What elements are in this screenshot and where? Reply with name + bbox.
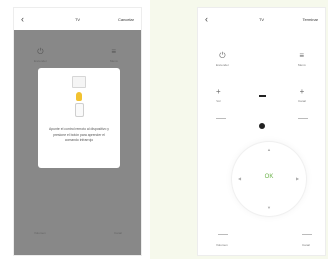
- dialog-instructions: Apunte el control remoto al dispositivo …: [49, 127, 109, 143]
- phone-screen-remote: ‹ TV Terminar ⏻ Encender ≡ Menú + Vol + …: [198, 8, 325, 255]
- power-icon: ⏻: [219, 51, 226, 60]
- learning-dialog: Apunte el control remoto al dispositivo …: [38, 68, 120, 168]
- page-title: TV: [258, 16, 265, 22]
- top-bar: ‹ TV Cancelar: [14, 8, 141, 30]
- volume-up-button[interactable]: + Vol: [216, 87, 221, 104]
- ok-button[interactable]: OK: [232, 174, 306, 180]
- arrow-down-icon[interactable]: ▼: [267, 206, 271, 210]
- bottom-left-line: [218, 234, 228, 235]
- lightbulb-icon: [76, 92, 82, 101]
- menu-icon: ≡: [299, 51, 305, 60]
- volume-down-button[interactable]: [216, 118, 226, 119]
- direction-pad[interactable]: ▲ ▼ ◀ ▶ OK: [232, 142, 306, 216]
- arrow-up-icon[interactable]: ▲: [267, 148, 271, 152]
- channel-down-button[interactable]: [298, 118, 308, 119]
- plus-icon: +: [299, 87, 305, 96]
- channel-button[interactable]: Canal: [302, 240, 310, 247]
- bottom-right-line: [302, 234, 312, 235]
- plus-icon: +: [216, 87, 221, 96]
- menu-button[interactable]: ≡ Menú: [298, 51, 306, 68]
- mute-icon[interactable]: [259, 95, 266, 97]
- phone-screen-learning: ‹ TV Cancelar ⏻ Encender ≡ Menú Volumen …: [14, 8, 141, 255]
- record-dot-icon[interactable]: [259, 123, 265, 129]
- page-title: TV: [74, 16, 81, 22]
- top-bar: ‹ TV Terminar: [198, 8, 325, 30]
- power-button[interactable]: ⏻ Encender: [216, 51, 229, 68]
- remote-control-icon: [74, 103, 84, 117]
- channel-up-button[interactable]: + Canal: [298, 87, 306, 104]
- device-illustration-icon: [72, 76, 86, 88]
- volume-button[interactable]: Volumen: [216, 240, 228, 247]
